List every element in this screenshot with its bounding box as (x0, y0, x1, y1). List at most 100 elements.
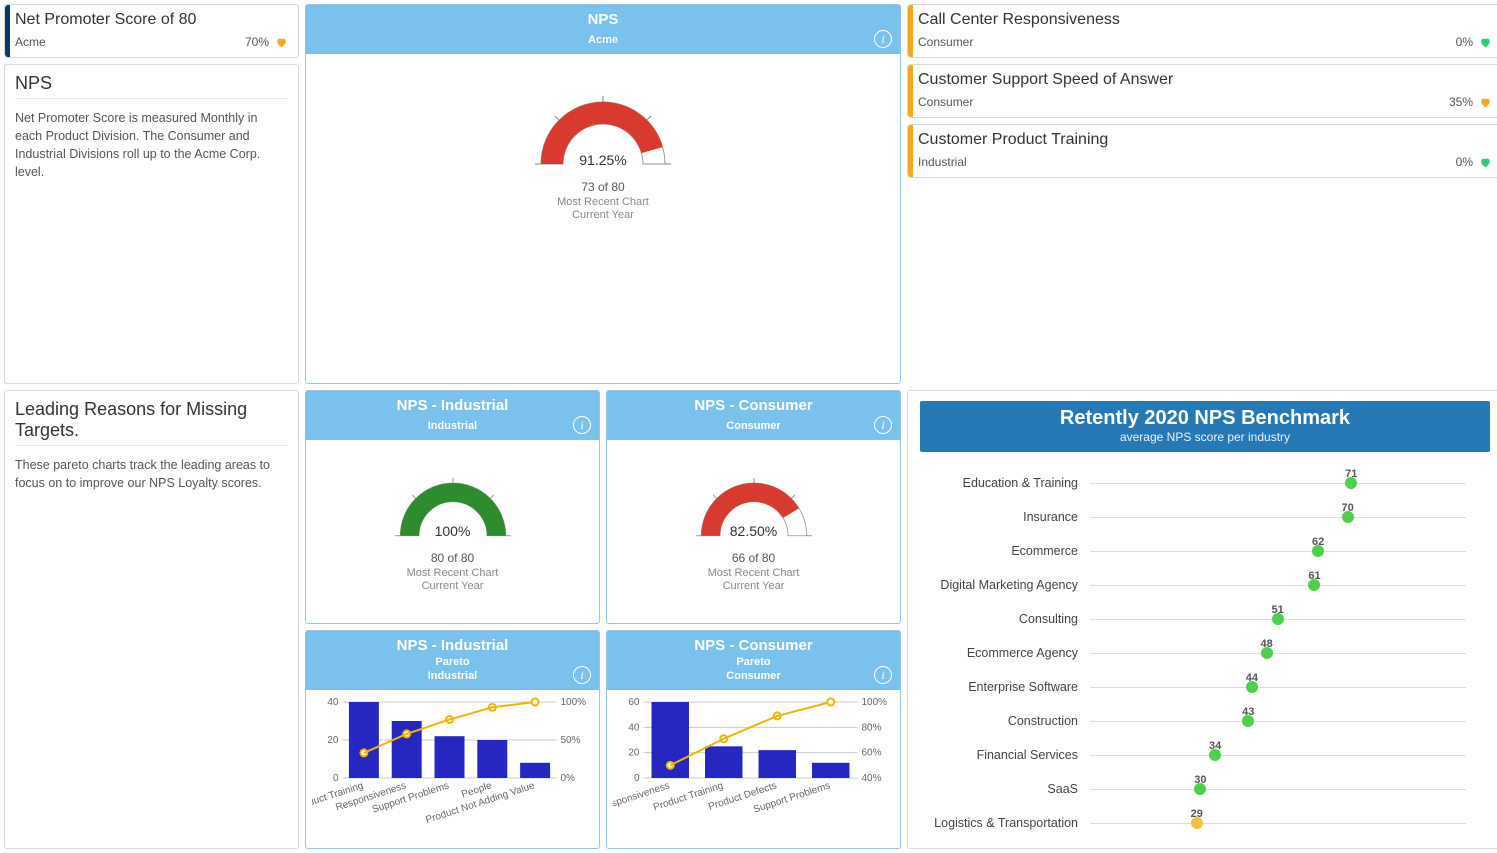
panel-heading: NPS (15, 73, 288, 99)
bench-label: Education & Training (920, 476, 1090, 490)
bench-label: SaaS (920, 782, 1090, 796)
bench-track: 29 (1090, 806, 1490, 840)
bench-label: Construction (920, 714, 1090, 728)
panel-body: These pareto charts track the leading ar… (15, 452, 288, 492)
gauge-consumer: 82.50% 66 of 80 Most Recent Chart Curren… (613, 450, 894, 592)
svg-text:100%: 100% (561, 697, 587, 708)
bench-label: Insurance (920, 510, 1090, 524)
svg-text:100%: 100% (862, 697, 888, 708)
tile-title: NPS (310, 11, 896, 28)
gauge-of: 66 of 80 (732, 551, 775, 565)
tile-title: NPS - Industrial (310, 637, 595, 654)
tile-nps-acme[interactable]: NPS Acme i 91.25% 73 of 80 Most Recent C… (305, 4, 901, 384)
gauge-of: 73 of 80 (581, 180, 624, 194)
svg-text:40: 40 (628, 722, 640, 733)
svg-text:40%: 40% (862, 773, 882, 784)
metric-card[interactable]: Customer Support Speed of Answer Consume… (907, 64, 1497, 118)
tile-pareto-consumer[interactable]: NPS - Consumer Pareto Consumer i 0204060… (606, 630, 901, 849)
bench-value: 61 (1308, 570, 1320, 582)
bench-value: 30 (1194, 774, 1206, 786)
tile-title: NPS - Consumer (611, 397, 896, 414)
panel-heading: Leading Reasons for Missing Targets. (15, 399, 288, 446)
tile-sub: Acme (310, 34, 896, 46)
metric-title: Customer Product Training (918, 131, 1492, 149)
tile-title: NPS - Consumer (611, 637, 896, 654)
tile-pareto-industrial[interactable]: NPS - Industrial Pareto Industrial i 0 20… (305, 630, 600, 849)
bench-track: 71 (1090, 466, 1490, 500)
tile-sub: Industrial (310, 420, 595, 432)
gauge-line1: Most Recent Chart (557, 196, 649, 208)
panel-body: Net Promoter Score is measured Monthly i… (15, 105, 288, 182)
info-icon[interactable]: i (573, 666, 591, 684)
tile-sub: Consumer (611, 420, 896, 432)
svg-text:0: 0 (333, 773, 339, 784)
metric-card[interactable]: Customer Product Training Industrial 0% (907, 124, 1497, 178)
info-icon[interactable]: i (874, 666, 892, 684)
bench-row: Logistics & Transportation 29 (920, 806, 1490, 840)
bench-label: Consulting (920, 612, 1090, 626)
gauge-line2: Current Year (723, 580, 785, 592)
bench-value: 48 (1261, 638, 1273, 650)
bench-row: Enterprise Software44 (920, 670, 1490, 704)
metric-pct: 35% (1449, 95, 1479, 109)
card-stripe (908, 125, 913, 177)
bench-label: Digital Marketing Agency (920, 578, 1090, 592)
bench-track: 34 (1090, 738, 1490, 772)
bench-value: 71 (1345, 468, 1357, 480)
tile-nps-consumer[interactable]: NPS - Consumer Consumer i 82.50% 66 of 8… (606, 390, 901, 624)
info-icon[interactable]: i (874, 30, 892, 48)
tile-sub2: Industrial (310, 670, 595, 682)
bench-row: Ecommerce62 (920, 534, 1490, 568)
heart-icon (1479, 156, 1492, 169)
svg-text:20: 20 (327, 735, 339, 746)
bench-row: SaaS 30 (920, 772, 1490, 806)
info-icon[interactable]: i (874, 416, 892, 434)
bench-value: 44 (1246, 672, 1258, 684)
bench-label: Ecommerce (920, 544, 1090, 558)
svg-text:0: 0 (634, 773, 640, 784)
bench-title: Retently 2020 NPS Benchmark (924, 407, 1486, 430)
bench-value: 29 (1191, 808, 1203, 820)
pareto-row: NPS - Industrial Pareto Industrial i 0 20… (305, 630, 901, 849)
tile-header: NPS - Consumer Consumer i (607, 391, 900, 440)
bench-track: 48 (1090, 636, 1490, 670)
tile-nps-industrial[interactable]: NPS - Industrial Industrial i 100% 80 of… (305, 390, 600, 624)
bench-subtitle: average NPS score per industry (924, 430, 1486, 444)
nps-summary-card[interactable]: Net Promoter Score of 80 Acme 70% (4, 4, 299, 58)
bench-row: Ecommerce Agency 48 (920, 636, 1490, 670)
tile-title: NPS - Industrial (310, 397, 595, 414)
gauge-of: 80 of 80 (431, 551, 474, 565)
svg-text:40: 40 (327, 697, 339, 708)
gauge-pct: 100% (435, 523, 471, 539)
metric-pct: 0% (1456, 35, 1479, 49)
nps-summary-title: Net Promoter Score of 80 (15, 11, 288, 29)
metric-title: Customer Support Speed of Answer (918, 71, 1492, 89)
gauge-industrial: 100% 80 of 80 Most Recent Chart Current … (312, 450, 593, 592)
metric-sub: Industrial (918, 155, 967, 169)
tile-sub1: Pareto (611, 656, 896, 668)
tile-header: NPS - Industrial Pareto Industrial i (306, 631, 599, 690)
bench-track: 62 (1090, 534, 1490, 568)
info-icon[interactable]: i (573, 416, 591, 434)
bench-row: Education & Training 71 (920, 466, 1490, 500)
gauge-pct: 82.50% (730, 523, 777, 539)
tile-header: NPS - Consumer Pareto Consumer i (607, 631, 900, 690)
svg-text:20: 20 (628, 748, 640, 759)
bench-row: Financial Services34 (920, 738, 1490, 772)
benchmark-panel: Retently 2020 NPS Benchmark average NPS … (907, 390, 1497, 849)
bench-row: Construction43 (920, 704, 1490, 738)
gauge-line2: Current Year (572, 209, 634, 221)
bench-row: Consulting51 (920, 602, 1490, 636)
heart-icon (1479, 96, 1492, 109)
bench-row: Digital Marketing Agency 61 (920, 568, 1490, 602)
metric-card[interactable]: Call Center Responsiveness Consumer 0% (907, 4, 1497, 58)
reasons-panel: Leading Reasons for Missing Targets. The… (4, 390, 299, 849)
heart-icon (275, 36, 288, 49)
svg-text:50%: 50% (561, 735, 581, 746)
tile-sub2: Consumer (611, 670, 896, 682)
bench-label: Ecommerce Agency (920, 646, 1090, 660)
card-stripe (908, 65, 913, 117)
bench-label: Logistics & Transportation (920, 816, 1090, 830)
nps-summary-pct: 70% (245, 35, 275, 49)
pareto-consumer-chart: 020406040%60%80%100%ResponsivenessProduc… (607, 690, 900, 831)
